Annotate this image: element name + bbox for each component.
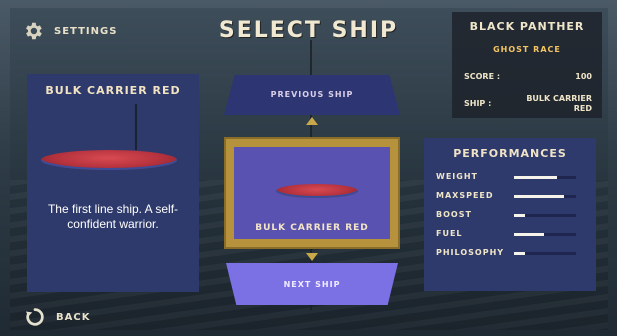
previous-ship-label: PREVIOUS SHIP [270, 90, 354, 99]
stat-row-weight: WEIGHT [436, 172, 588, 184]
stat-bar-track [514, 214, 576, 217]
stat-bar-fill [514, 214, 526, 217]
score-row: SCORE : 100 [464, 72, 592, 81]
ship-info-panel: BULK CARRIER RED The first line ship. A … [27, 74, 199, 292]
stat-bar-track [514, 176, 576, 179]
stat-row-boost: BOOST [436, 210, 588, 222]
selected-ship-label: BULK CARRIER RED [255, 223, 369, 233]
stat-bar-track [514, 233, 576, 236]
stat-label: FUEL [436, 229, 463, 238]
stat-bar-fill [514, 195, 564, 198]
ship-label: SHIP : [464, 99, 492, 108]
stat-label: MAXSPEED [436, 191, 494, 200]
ship-info-name: BULK CARRIER RED [45, 84, 181, 97]
selected-ship-display: BULK CARRIER RED [234, 147, 390, 239]
stat-row-maxspeed: MAXSPEED [436, 191, 588, 203]
stat-bar-track [514, 195, 576, 198]
stat-label: BOOST [436, 210, 472, 219]
stat-label: WEIGHT [436, 172, 478, 181]
score-value: 100 [575, 72, 592, 81]
selected-ship-image [276, 184, 358, 198]
race-mode: GHOST RACE [493, 45, 561, 54]
stat-bar-fill [514, 233, 544, 236]
ship-preview [41, 150, 177, 170]
down-arrow-icon [306, 253, 318, 261]
ship-mast [135, 104, 137, 150]
player-profile-panel: BLACK PANTHER GHOST RACE SCORE : 100 SHI… [452, 12, 602, 118]
next-ship-label: NEXT SHIP [283, 280, 341, 289]
next-ship-button[interactable]: NEXT SHIP [226, 263, 398, 305]
stat-label: PHILOSOPHY [436, 248, 505, 257]
back-label: BACK [56, 311, 91, 323]
stat-bar-fill [514, 176, 558, 179]
back-button[interactable]: BACK [24, 306, 90, 328]
stat-row-fuel: FUEL [436, 229, 588, 241]
performances-panel: PERFORMANCES WEIGHT MAXSPEED BOOST FUEL PHIL… [424, 138, 596, 291]
back-arrow-icon [25, 308, 44, 326]
ship-value: BULK CARRIER RED [526, 94, 592, 113]
player-name: BLACK PANTHER [469, 20, 585, 33]
performances-title: PERFORMANCES [453, 147, 567, 160]
up-arrow-icon [306, 117, 318, 125]
selected-ship-card[interactable]: BULK CARRIER RED [224, 137, 400, 249]
score-label: SCORE : [464, 72, 501, 81]
previous-ship-button[interactable]: PREVIOUS SHIP [224, 75, 400, 115]
stat-bar-fill [514, 252, 526, 255]
stat-row-philosophy: PHILOSOPHY [436, 248, 588, 260]
ship-description: The first line ship. A self-confident wa… [47, 202, 179, 231]
stat-bar-track [514, 252, 576, 255]
